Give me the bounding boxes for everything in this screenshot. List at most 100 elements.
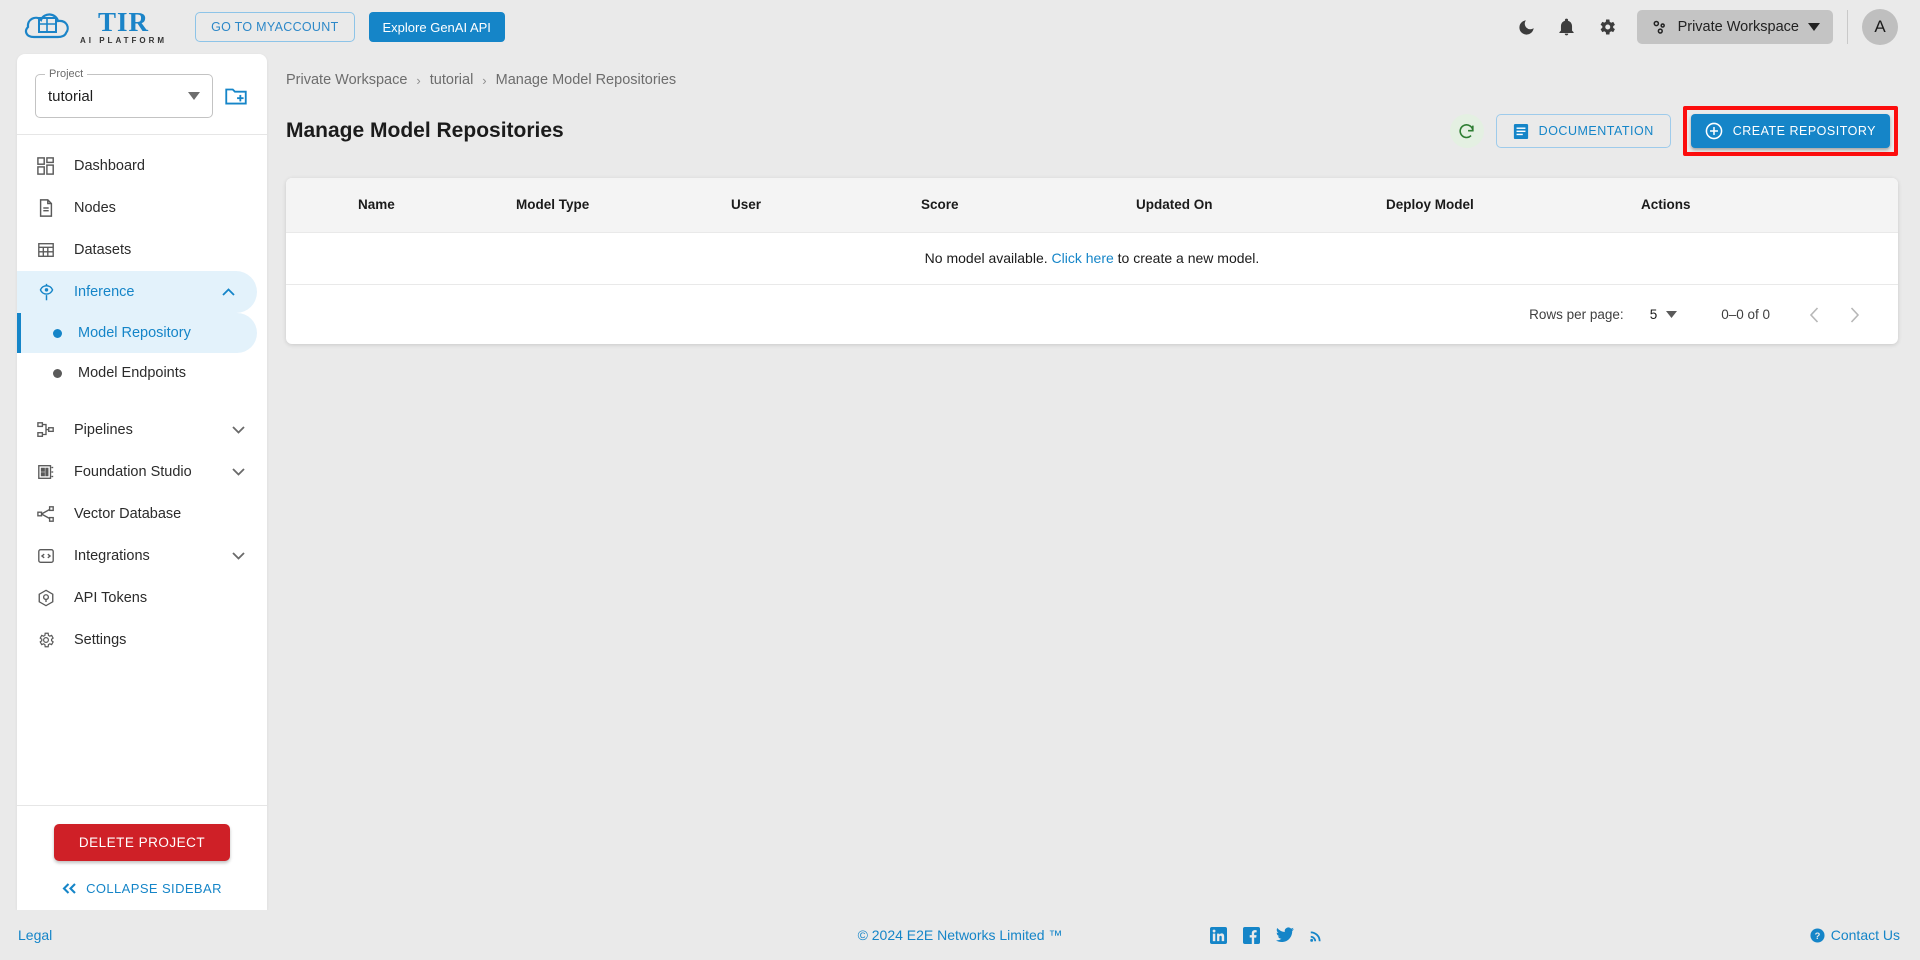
logo-subtitle: AI PLATFORM [80,35,168,45]
header-divider [1847,10,1848,44]
sidebar-item-vector-database[interactable]: Vector Database [17,493,267,535]
rows-per-page-label: Rows per page: [1529,307,1624,322]
sidebar-footer: DELETE PROJECT COLLAPSE SIDEBAR [17,805,267,910]
moon-icon[interactable] [1507,7,1547,47]
empty-state-cell: No model available. Click here to create… [286,232,1898,284]
delete-project-button[interactable]: DELETE PROJECT [54,824,230,861]
documentation-button[interactable]: DOCUMENTATION [1495,114,1671,148]
sidebar-item-dashboard[interactable]: Dashboard [17,145,267,187]
sidebar-item-api-tokens[interactable]: API Tokens [17,577,267,619]
sidebar-item-label: Datasets [74,242,132,258]
refresh-button[interactable] [1449,114,1484,148]
bullet-dot-icon [53,328,62,338]
header-actions: Private Workspace A [1507,7,1920,47]
empty-state-text-after: to create a new model. [1117,250,1260,267]
sidebar-item-inference[interactable]: Inference [17,271,257,313]
page-header-actions: DOCUMENTATION CREATE REPOSITORY [1449,106,1898,156]
empty-state-text-before: No model available. [924,250,1048,267]
top-header: TIR AI PLATFORM GO TO MYACCOUNT Explore … [0,0,1920,54]
dashboard-icon [35,155,57,177]
sidebar-item-nodes[interactable]: Nodes [17,187,267,229]
rows-per-page-select[interactable]: 5 [1650,307,1678,322]
column-header-user: User [731,197,762,213]
tir-logo[interactable]: TIR AI PLATFORM [22,8,168,45]
rss-icon[interactable] [1309,927,1326,944]
sidebar-item-pipelines[interactable]: Pipelines [17,409,267,451]
chevron-left-icon [1809,306,1820,323]
settings-gear-icon [35,629,57,651]
sidebar-item-label: Vector Database [74,506,182,522]
workspace-nodes-icon [1650,18,1669,37]
table-header-row: Name Model Type User Score Updated On De… [286,178,1898,232]
sidebar-item-label: Pipelines [74,422,133,438]
sidebar-item-foundation-studio[interactable]: Foundation Studio [17,451,267,493]
sidebar-item-label: Dashboard [74,158,145,174]
sidebar-item-label: Nodes [74,200,116,216]
explore-genai-api-button[interactable]: Explore GenAI API [368,12,505,42]
nodes-document-icon [35,197,57,219]
sidebar-item-label: Foundation Studio [74,464,192,480]
breadcrumb-item-project[interactable]: tutorial [430,72,474,88]
column-header-score: Score [921,197,959,213]
bullet-dot-icon [53,368,62,378]
bell-icon[interactable] [1547,7,1587,47]
create-repository-highlight: CREATE REPOSITORY [1682,106,1898,156]
chevron-right-icon [1849,306,1860,323]
sidebar-item-label: Settings [74,632,127,648]
breadcrumb-separator: › [482,72,487,88]
pagination-next-button[interactable] [1834,295,1874,335]
twitter-icon[interactable] [1276,926,1294,944]
sidebar: Project tutorial Dashboard Nodes Dataset… [17,54,267,910]
sidebar-item-datasets[interactable]: Datasets [17,229,267,271]
chevron-down-icon [232,552,245,560]
create-repository-button[interactable]: CREATE REPOSITORY [1690,114,1890,148]
table-empty-row: No model available. Click here to create… [286,232,1898,284]
vector-database-icon [35,503,57,525]
create-repository-label: CREATE REPOSITORY [1732,124,1876,138]
chevron-down-icon [188,92,200,100]
sidebar-item-integrations[interactable]: Integrations [17,535,267,577]
empty-state-create-link[interactable]: Click here [1052,250,1114,266]
column-header-name: Name [358,197,395,213]
facebook-icon[interactable] [1243,926,1260,944]
avatar[interactable]: A [1862,9,1898,45]
page-title: Manage Model Repositories [286,119,564,142]
api-tokens-icon [35,587,57,609]
legal-link[interactable]: Legal [18,927,52,943]
breadcrumb-item-current: Manage Model Repositories [495,72,677,88]
rows-per-page-value: 5 [1649,307,1658,322]
new-folder-icon[interactable] [223,83,249,109]
sidebar-subitem-label: Model Endpoints [78,365,187,381]
breadcrumb-item-workspace[interactable]: Private Workspace [286,72,407,88]
model-repositories-card: Name Model Type User Score Updated On De… [286,178,1898,344]
pagination-prev-button[interactable] [1794,295,1834,335]
help-circle-icon: ? [1810,927,1825,943]
linkedin-icon[interactable] [1210,926,1227,944]
contact-us-link[interactable]: ? Contact Us [1810,927,1900,943]
sidebar-item-model-repository[interactable]: Model Repository [17,313,257,353]
workspace-selector[interactable]: Private Workspace [1636,10,1833,44]
page-footer: Legal © 2024 E2E Networks Limited ™ ? Co… [0,910,1920,960]
foundation-studio-icon [35,461,57,483]
go-to-myaccount-button[interactable]: GO TO MYACCOUNT [195,12,355,42]
inference-icon [35,281,57,303]
sidebar-item-settings[interactable]: Settings [17,619,267,661]
main-content: Private Workspace › tutorial › Manage Mo… [268,54,1920,910]
sidebar-nav: Dashboard Nodes Datasets Inference Model… [17,135,267,805]
page-header: Manage Model Repositories DOCUMENTATION … [268,88,1920,156]
project-select[interactable]: Project tutorial [35,68,213,118]
sidebar-item-label: Integrations [74,548,150,564]
collapse-sidebar-button[interactable]: COLLAPSE SIDEBAR [17,881,267,896]
integrations-code-icon [35,545,57,567]
workspace-label: Private Workspace [1677,19,1799,35]
pipelines-icon [35,419,57,441]
collapse-sidebar-label: COLLAPSE SIDEBAR [86,881,222,896]
copyright-text: © 2024 E2E Networks Limited ™ [857,927,1063,943]
gear-icon[interactable] [1587,7,1627,47]
chevron-down-icon [1808,23,1820,31]
social-links [1210,926,1326,944]
pagination-range: 0–0 of 0 [1721,307,1770,322]
sidebar-item-model-endpoints[interactable]: Model Endpoints [17,353,267,393]
plus-circle-icon [1705,122,1723,140]
table-pagination: Rows per page: 5 0–0 of 0 [286,284,1898,344]
